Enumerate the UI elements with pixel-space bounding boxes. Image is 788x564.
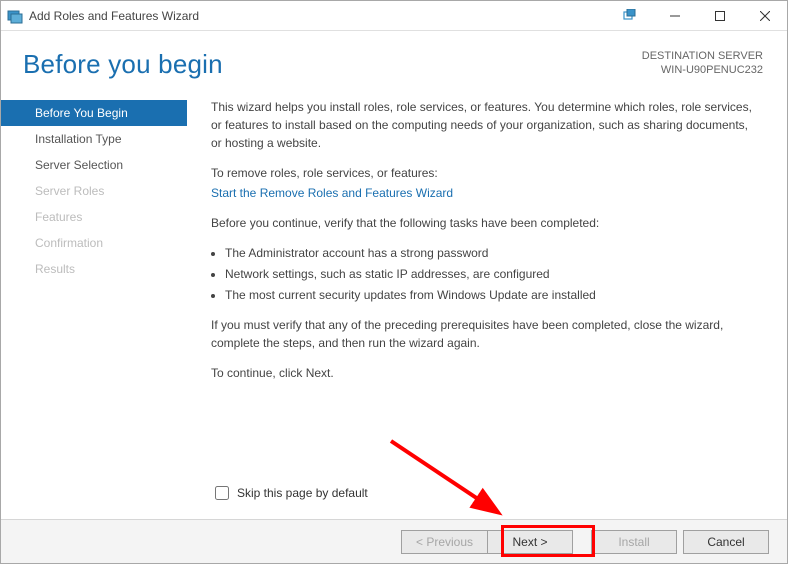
previous-button: < Previous bbox=[401, 530, 487, 554]
window-title: Add Roles and Features Wizard bbox=[29, 9, 607, 23]
skip-page-checkbox[interactable] bbox=[215, 486, 229, 500]
sidebar-item-label: Server Selection bbox=[35, 158, 123, 172]
nav-button-group: < Previous Next > bbox=[401, 530, 573, 554]
sidebar-item-installation-type[interactable]: Installation Type bbox=[1, 126, 187, 152]
main-area: Before You Begin Installation Type Serve… bbox=[1, 80, 787, 394]
sidebar-item-server-roles: Server Roles bbox=[1, 178, 187, 204]
remove-label: To remove roles, role services, or featu… bbox=[211, 164, 757, 182]
prereq-item: Network settings, such as static IP addr… bbox=[225, 265, 757, 283]
close-button[interactable] bbox=[742, 2, 787, 30]
sidebar-item-features: Features bbox=[1, 204, 187, 230]
app-icon bbox=[7, 8, 23, 24]
sidebar-item-label: Installation Type bbox=[35, 132, 122, 146]
skip-page-row: Skip this page by default bbox=[211, 483, 368, 503]
content-panel: This wizard helps you install roles, rol… bbox=[187, 98, 787, 394]
intro-text: This wizard helps you install roles, rol… bbox=[211, 98, 757, 152]
page-heading: Before you begin bbox=[23, 49, 223, 80]
sidebar-item-before-you-begin[interactable]: Before You Begin bbox=[1, 100, 187, 126]
next-button[interactable]: Next > bbox=[487, 530, 573, 554]
header-row: Before you begin DESTINATION SERVER WIN-… bbox=[1, 31, 787, 80]
destination-server-info: DESTINATION SERVER WIN-U90PENUC232 bbox=[642, 49, 763, 80]
sidebar-item-label: Server Roles bbox=[35, 184, 104, 198]
sidebar-item-label: Results bbox=[35, 262, 75, 276]
skip-page-label: Skip this page by default bbox=[237, 486, 368, 500]
sidebar-item-label: Features bbox=[35, 210, 82, 224]
sidebar-item-label: Before You Begin bbox=[35, 106, 128, 120]
destination-server-name: WIN-U90PENUC232 bbox=[642, 63, 763, 77]
prereq-list: The Administrator account has a strong p… bbox=[211, 244, 757, 304]
annotation-arrow bbox=[381, 431, 521, 531]
destination-label: DESTINATION SERVER bbox=[642, 49, 763, 63]
cancel-button[interactable]: Cancel bbox=[683, 530, 769, 554]
sidebar-item-results: Results bbox=[1, 256, 187, 282]
sidebar-item-confirmation: Confirmation bbox=[1, 230, 187, 256]
verify-note: If you must verify that any of the prece… bbox=[211, 316, 757, 352]
title-bar: Add Roles and Features Wizard bbox=[1, 1, 787, 31]
wizard-sidebar: Before You Begin Installation Type Serve… bbox=[1, 98, 187, 394]
help-control[interactable] bbox=[607, 2, 652, 30]
maximize-button[interactable] bbox=[697, 2, 742, 30]
remove-roles-link[interactable]: Start the Remove Roles and Features Wiza… bbox=[211, 186, 453, 200]
install-button: Install bbox=[591, 530, 677, 554]
sidebar-item-server-selection[interactable]: Server Selection bbox=[1, 152, 187, 178]
prereq-item: The Administrator account has a strong p… bbox=[225, 244, 757, 262]
sidebar-item-label: Confirmation bbox=[35, 236, 103, 250]
continue-note: To continue, click Next. bbox=[211, 364, 757, 382]
button-bar: < Previous Next > Install Cancel bbox=[1, 519, 787, 563]
minimize-button[interactable] bbox=[652, 2, 697, 30]
before-continue-text: Before you continue, verify that the fol… bbox=[211, 214, 757, 232]
window-controls bbox=[607, 2, 787, 30]
prereq-item: The most current security updates from W… bbox=[225, 286, 757, 304]
